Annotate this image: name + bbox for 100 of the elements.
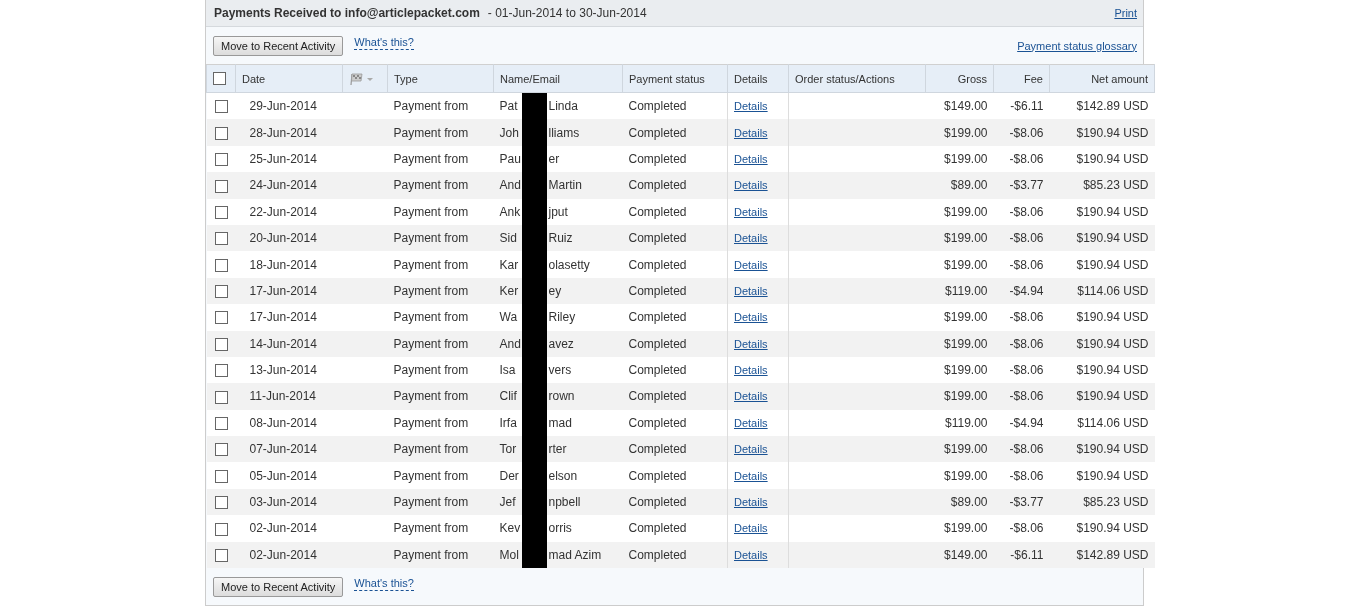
name-fragment: Isa xyxy=(499,362,517,380)
table-cell: Payment from xyxy=(387,488,494,516)
table-cell: Payment from xyxy=(387,409,494,437)
table-cell: Completed xyxy=(622,119,728,146)
checkbox[interactable] xyxy=(214,179,228,193)
name-fragment: And xyxy=(499,177,522,195)
checkbox[interactable] xyxy=(214,522,228,536)
checkbox[interactable] xyxy=(214,364,228,378)
table-cell: Completed xyxy=(622,356,728,384)
checkbox[interactable] xyxy=(214,258,228,272)
name-fragment: avez xyxy=(547,335,574,353)
name-fragment: Wa xyxy=(499,309,519,327)
table-cell: Payment from xyxy=(387,330,494,357)
table-cell: $199.00 xyxy=(925,251,994,278)
table-cell: Completed xyxy=(622,488,728,516)
table-cell: $190.94 USD xyxy=(1049,119,1155,146)
name-fragment: Sid xyxy=(499,230,518,248)
checkbox[interactable] xyxy=(214,100,228,114)
table-cell: $85.23 USD xyxy=(1049,488,1155,516)
flag-filter-icon[interactable] xyxy=(349,71,375,86)
table-cell: 08-Jun-2014 xyxy=(235,409,343,437)
table-cell: Completed xyxy=(622,172,728,199)
column-header[interactable]: Name/Email xyxy=(493,64,623,93)
name-fragment: lliams xyxy=(547,124,580,142)
name-fragment: Tor xyxy=(499,441,518,459)
print-link[interactable]: Print xyxy=(1114,7,1137,19)
table-cell: 17-Jun-2014 xyxy=(235,277,343,305)
table-cell: Payment from xyxy=(387,92,494,120)
column-header[interactable]: Payment status xyxy=(622,64,728,93)
table-cell: -$8.06 xyxy=(993,251,1050,278)
page-title: Payments Received to info@articlepacket.com xyxy=(214,6,480,20)
table-cell: $119.00 xyxy=(925,277,994,305)
column-header[interactable]: Gross xyxy=(925,64,994,93)
checkbox[interactable] xyxy=(214,337,228,351)
checkbox[interactable] xyxy=(214,443,228,457)
table-cell: Payment from xyxy=(387,251,494,278)
table-cell: Completed xyxy=(622,515,728,542)
column-header[interactable]: Date xyxy=(235,64,343,93)
name-fragment: Martin xyxy=(547,177,582,195)
whats-this-link[interactable]: What's this? xyxy=(354,576,414,591)
table-cell: 02-Jun-2014 xyxy=(235,541,343,569)
glossary-link[interactable]: Payment status glossary xyxy=(1017,39,1137,52)
table-cell: Payment from xyxy=(387,277,494,305)
table-cell: 20-Jun-2014 xyxy=(235,224,343,252)
table-cell: 29-Jun-2014 xyxy=(235,92,343,120)
checkbox[interactable] xyxy=(214,126,228,140)
whats-this-link[interactable]: What's this? xyxy=(354,35,414,50)
table-cell: 28-Jun-2014 xyxy=(235,119,343,146)
table-cell: $190.94 USD xyxy=(1049,251,1155,278)
table-cell: 25-Jun-2014 xyxy=(235,145,343,173)
table-cell: 17-Jun-2014 xyxy=(235,304,343,331)
table-cell: $190.94 USD xyxy=(1049,330,1155,357)
checkbox[interactable] xyxy=(214,417,228,431)
table-cell: Completed xyxy=(622,277,728,305)
table-cell: -$8.06 xyxy=(993,462,1050,489)
table-cell: Completed xyxy=(622,198,728,225)
date-range: - 01-Jun-2014 to 30-Jun-2014 xyxy=(487,6,647,20)
move-to-recent-activity-button[interactable]: Move to Recent Activity xyxy=(213,576,344,597)
table-cell: $199.00 xyxy=(925,224,994,252)
table-cell: 13-Jun-2014 xyxy=(235,356,343,384)
table-cell: $190.94 USD xyxy=(1049,462,1155,489)
column-header[interactable]: Details xyxy=(727,64,789,93)
checkbox[interactable] xyxy=(214,285,228,299)
table-cell: $199.00 xyxy=(925,436,994,463)
table-cell: Payment from xyxy=(387,383,494,410)
name-fragment: Pat xyxy=(499,98,519,116)
name-fragment: Riley xyxy=(547,309,576,327)
checkbox[interactable] xyxy=(214,549,228,562)
checkbox[interactable] xyxy=(214,153,228,167)
checkbox[interactable] xyxy=(214,496,228,510)
checkbox[interactable] xyxy=(213,72,226,86)
table-cell: 07-Jun-2014 xyxy=(235,436,343,463)
table-cell: $199.00 xyxy=(925,515,994,542)
name-fragment: olasetty xyxy=(547,256,590,274)
column-header[interactable]: Fee xyxy=(993,64,1050,93)
name-fragment: Clif xyxy=(499,388,518,406)
checkbox[interactable] xyxy=(214,469,228,483)
name-fragment: Kar xyxy=(499,256,520,274)
move-to-recent-activity-button[interactable]: Move to Recent Activity xyxy=(213,35,344,56)
table-cell: Payment from xyxy=(387,515,494,542)
checkbox[interactable] xyxy=(214,232,228,246)
table-cell: 03-Jun-2014 xyxy=(235,488,343,516)
table-cell: Payment from xyxy=(387,462,494,489)
table-cell: Payment from xyxy=(387,145,494,173)
checkbox[interactable] xyxy=(214,311,228,325)
table-cell: Completed xyxy=(622,92,728,120)
name-fragment: Mol xyxy=(499,546,520,564)
name-fragment: ey xyxy=(547,282,562,300)
table-cell: $199.00 xyxy=(925,119,994,146)
checkbox[interactable] xyxy=(214,205,228,219)
column-header[interactable]: Net amount xyxy=(1049,64,1155,93)
name-fragment: Ruiz xyxy=(547,230,573,248)
table-cell: $199.00 xyxy=(925,304,994,331)
table-cell: $190.94 USD xyxy=(1049,515,1155,542)
table-cell: Payment from xyxy=(387,224,494,252)
checkbox[interactable] xyxy=(214,390,228,404)
table-cell: 24-Jun-2014 xyxy=(235,172,343,199)
column-header[interactable]: Type xyxy=(387,64,494,93)
redaction-bar xyxy=(521,93,547,120)
column-header[interactable]: Order status/Actions xyxy=(788,64,926,93)
